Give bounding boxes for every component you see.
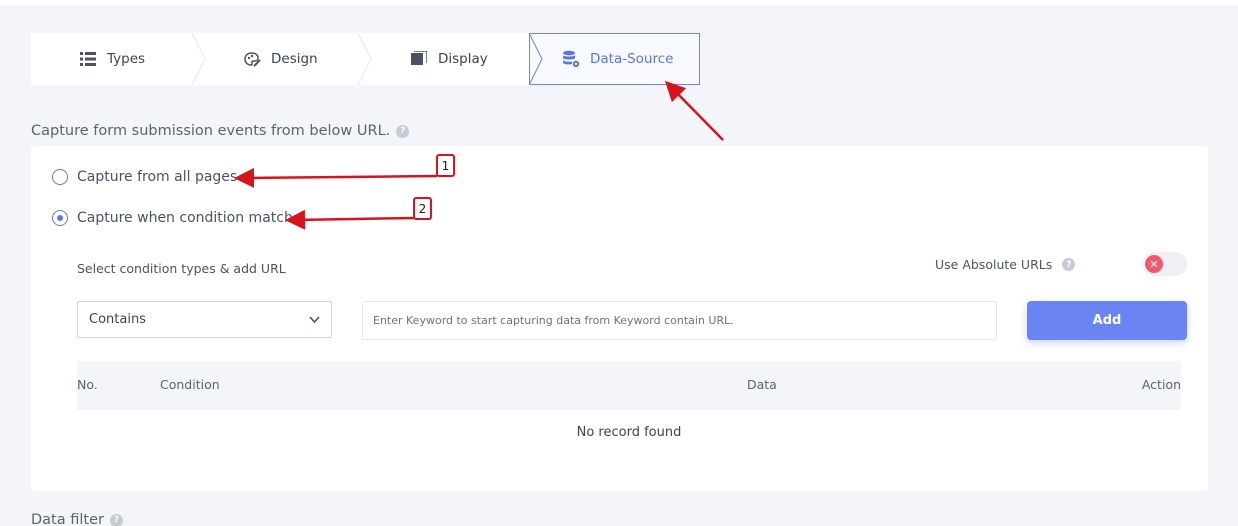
step-separator	[358, 33, 372, 85]
data-filter-title: Data filter ?	[31, 512, 123, 526]
capture-card: Capture from all pages Capture when cond…	[31, 146, 1208, 491]
keyword-input[interactable]	[362, 301, 997, 340]
arrow-to-data-source	[664, 80, 724, 141]
step-separator	[529, 33, 543, 85]
tab-types[interactable]: Types	[31, 33, 196, 85]
help-icon[interactable]: ?	[1062, 258, 1076, 271]
annotation-badge-1: 1	[436, 154, 455, 177]
annotation-badge-2: 2	[413, 197, 432, 220]
tab-design-label: Design	[271, 51, 318, 67]
col-action: Action	[1141, 377, 1181, 392]
list-icon	[79, 50, 97, 68]
absolute-urls-label: Use Absolute URLs ?	[935, 257, 1076, 272]
chevron-down-icon	[309, 316, 320, 324]
display-icon	[410, 50, 428, 68]
radio-capture-all-pages[interactable]: Capture from all pages	[52, 169, 237, 185]
capture-section-title: Capture form submission events from belo…	[31, 123, 410, 139]
col-no: No.	[77, 377, 98, 392]
tab-design[interactable]: Design	[196, 33, 362, 85]
empty-state: No record found	[576, 425, 682, 440]
data-filter-text: Data filter	[31, 512, 104, 526]
condition-type-select[interactable]: Contains	[77, 301, 332, 338]
database-gear-icon	[562, 50, 580, 68]
radio-capture-condition-match[interactable]: Capture when condition match	[52, 210, 293, 226]
select-value: Contains	[89, 312, 146, 327]
top-strip	[0, 0, 1238, 5]
close-icon: ✕	[1145, 255, 1163, 273]
absolute-urls-text: Use Absolute URLs	[935, 257, 1053, 272]
absolute-urls-toggle[interactable]: ✕	[1142, 252, 1187, 276]
table-header: No. Condition Data Action	[77, 361, 1181, 410]
help-icon[interactable]: ?	[109, 513, 123, 526]
help-icon[interactable]: ?	[396, 124, 410, 138]
step-tabs: Types Design Display Data-Source	[31, 33, 700, 85]
tab-data-source-label: Data-Source	[590, 51, 674, 67]
col-data: Data	[747, 377, 777, 392]
tab-display[interactable]: Display	[362, 33, 530, 85]
tab-display-label: Display	[438, 51, 488, 67]
radio-checked-icon[interactable]	[52, 210, 68, 226]
condition-label: Select condition types & add URL	[77, 261, 286, 276]
col-condition: Condition	[160, 377, 220, 392]
tab-data-source[interactable]: Data-Source	[529, 33, 700, 85]
step-separator	[192, 33, 206, 85]
capture-title-text: Capture form submission events from belo…	[31, 123, 391, 139]
radio-label: Capture from all pages	[77, 169, 238, 185]
radio-label: Capture when condition match	[77, 210, 293, 226]
palette-icon	[243, 50, 261, 68]
add-button[interactable]: Add	[1027, 301, 1187, 340]
tab-types-label: Types	[107, 51, 146, 67]
radio-unchecked-icon[interactable]	[52, 169, 68, 185]
